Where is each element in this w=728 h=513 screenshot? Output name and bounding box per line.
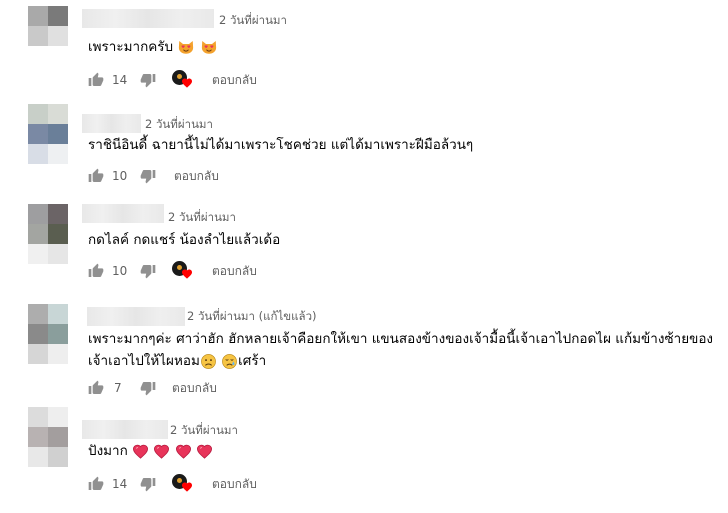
comment-text: เพราะมากครับ [88,36,718,58]
comment-text: ราชินีอินดี้ ฉายานี้ไม่ได้มาเพราะโชคช่วย… [88,137,474,153]
comment-actions: 7 ตอบกลับ [88,378,217,398]
thumbs-down-icon[interactable] [140,380,156,396]
creator-heart-icon [172,261,194,281]
creator-heart-icon [172,70,194,90]
author-name[interactable] [82,420,168,439]
avatar-lower [28,124,68,164]
comment-actions: 14 ตอบกลับ [88,70,257,90]
comment-actions: 14 ตอบกลับ [88,474,257,494]
reply-button[interactable]: ตอบกลับ [212,262,257,281]
timestamp[interactable]: 2 วันที่ผ่านมา [219,12,287,30]
thumbs-up-icon[interactable] [88,168,104,184]
avatar[interactable] [28,204,68,244]
comment-text: ปังมาก [88,440,718,462]
comment-text-line-2b: เศร้า [238,353,267,369]
sad-face-icon [221,353,238,370]
timestamp[interactable]: 2 วันที่ผ่านมา (แก้ไขแล้ว) [187,308,317,326]
comment-text: เพราะมากๆค่ะ ศาว่าฮัก ฮักหลายเจ้าคือยกให… [88,328,718,372]
heart-icon [175,443,192,460]
reply-button[interactable]: ตอบกลับ [174,167,219,186]
heart-icon [153,443,170,460]
thumbs-down-icon[interactable] [140,476,156,492]
comment-5: 2 วันที่ผ่านมา ปังมาก 14 ตอบกลับ [0,400,728,513]
like-count: 14 [112,477,128,491]
heart-eyes-cat-icon [177,38,195,56]
comment-1: 2 วันที่ผ่านมา เพราะมากครับ 14 ตอบกลับ [0,0,728,100]
timestamp[interactable]: 2 วันที่ผ่านมา [145,116,213,134]
comment-text-line-2: เจ้าเอาไปให้ไผหอม เศร้า [88,350,718,372]
avatar-lower [28,447,68,467]
thumbs-down-icon[interactable] [140,263,156,279]
thumbs-up-icon[interactable] [88,263,104,279]
frowning-face-icon [200,353,217,370]
thumbs-up-icon[interactable] [88,380,104,396]
comment-actions: 10 ตอบกลับ [88,166,219,186]
author-name[interactable] [82,9,214,28]
heart-icon [132,443,149,460]
like-count: 10 [112,169,128,183]
author-name[interactable] [87,307,185,326]
comment-text-line-1: เพราะมากๆค่ะ ศาว่าฮัก ฮักหลายเจ้าคือยกให… [88,331,714,347]
thumbs-up-icon[interactable] [88,72,104,88]
author-name[interactable] [82,114,141,133]
heart-icon [196,443,213,460]
reply-button[interactable]: ตอบกลับ [172,379,217,398]
avatar[interactable] [28,304,68,344]
comment-2: 2 วันที่ผ่านมา ราชินีอินดี้ ฉายานี้ไม่ได… [0,100,728,195]
avatar[interactable] [28,6,68,46]
comment-actions: 10 ตอบกลับ [88,261,257,281]
avatar-lower [28,244,68,264]
comment-text: กดไลค์ กดแชร์ น้องลำไยแล้วเด้อ [88,232,281,248]
comment-text-body: ปังมาก [88,443,128,459]
thumbs-down-icon[interactable] [140,72,156,88]
thumbs-up-icon[interactable] [88,476,104,492]
reply-button[interactable]: ตอบกลับ [212,475,257,494]
comment-text-body: เพราะมากครับ [88,39,174,55]
comment-text-line-2a: เจ้าเอาไปให้ไผหอม [88,353,200,369]
comment-4: 2 วันที่ผ่านมา (แก้ไขแล้ว) เพราะมากๆค่ะ … [0,290,728,400]
like-count: 7 [114,381,122,395]
creator-heart-icon [172,474,194,494]
comment-3: 2 วันที่ผ่านมา กดไลค์ กดแชร์ น้องลำไยแล้… [0,195,728,290]
avatar[interactable] [28,407,68,447]
like-count: 10 [112,264,128,278]
reply-button[interactable]: ตอบกลับ [212,71,257,90]
author-name[interactable] [82,204,164,223]
like-count: 14 [112,73,128,87]
heart-eyes-cat-icon [200,38,218,56]
timestamp[interactable]: 2 วันที่ผ่านมา [170,422,238,440]
timestamp[interactable]: 2 วันที่ผ่านมา [168,209,236,227]
thumbs-down-icon[interactable] [140,168,156,184]
avatar-lower [28,344,68,364]
